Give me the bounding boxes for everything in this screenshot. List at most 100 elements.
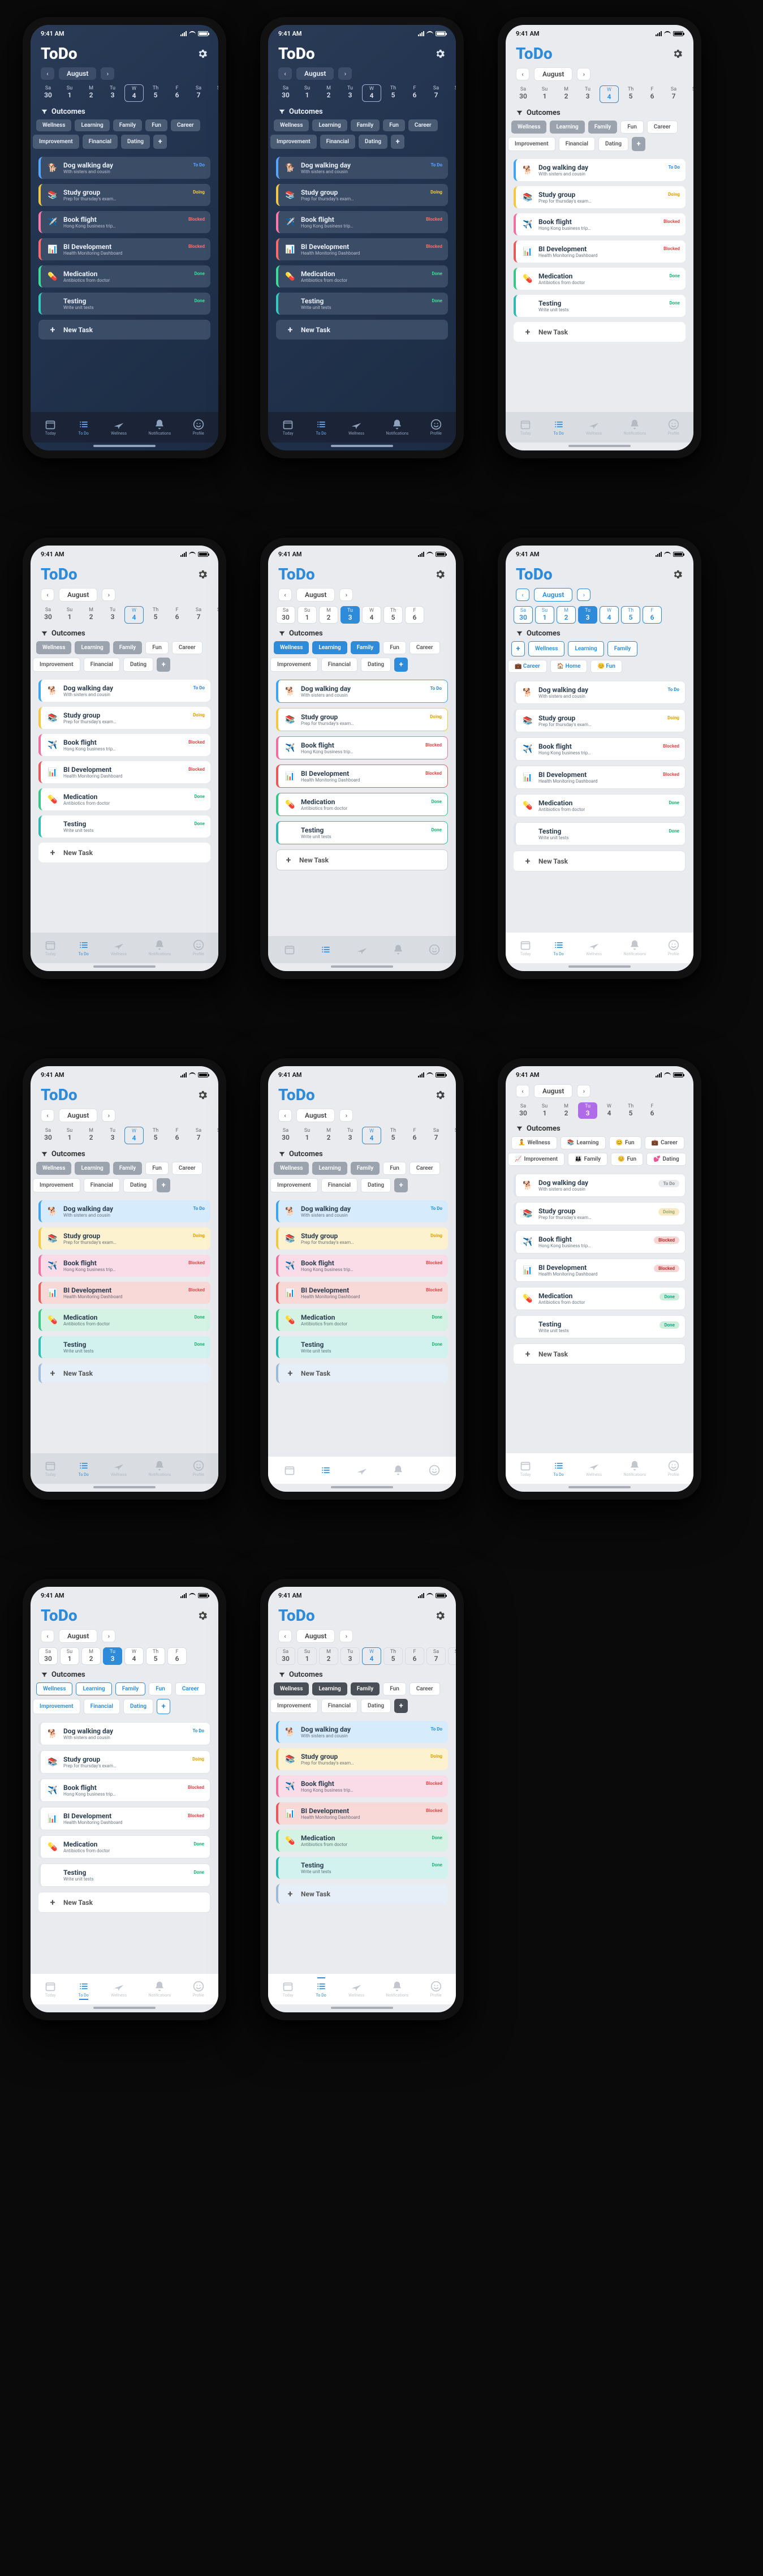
- task-card[interactable]: Testing Write unit tests Done: [514, 822, 686, 845]
- nav-wellness[interactable]: Wellness: [356, 1465, 368, 1476]
- task-card[interactable]: 💊 Medication Antibiotics from doctor Don…: [276, 265, 448, 287]
- task-card[interactable]: 💊 Medication Antibiotics from doctor Don…: [38, 1835, 210, 1858]
- task-card[interactable]: 🐕 Dog walking day With sisters and cousi…: [38, 1200, 210, 1222]
- day-cell[interactable]: M 2: [319, 1127, 338, 1144]
- nav-wellness[interactable]: Wellness: [111, 939, 127, 956]
- nav-todo[interactable]: To Do: [78, 1460, 89, 1477]
- task-card[interactable]: 📚 Study group Prep for thursday's exam… …: [38, 184, 210, 206]
- new-task-button[interactable]: + New Task: [38, 843, 210, 862]
- filter-icon[interactable]: [41, 1150, 48, 1158]
- day-cell[interactable]: Sa 7: [189, 1127, 208, 1144]
- outcome-pill[interactable]: Family: [351, 641, 380, 654]
- day-cell[interactable]: W 4: [362, 84, 381, 102]
- day-cell[interactable]: Su 1: [298, 1647, 317, 1665]
- outcome-pill[interactable]: Wellness: [36, 1162, 71, 1175]
- outcome-pill[interactable]: Fun: [383, 1162, 406, 1175]
- day-cell[interactable]: Tu 3: [578, 1102, 597, 1119]
- add-outcome-button[interactable]: +: [394, 658, 408, 672]
- task-card[interactable]: 📊 BI Development Health Monitoring Dashb…: [514, 1259, 686, 1282]
- nav-profile[interactable]: Profile: [193, 1460, 204, 1477]
- day-cell[interactable]: Su 1: [298, 606, 317, 624]
- day-cell[interactable]: Su 1: [535, 606, 554, 624]
- month-label[interactable]: August: [59, 1629, 97, 1643]
- day-cell[interactable]: Sa 30: [38, 84, 58, 102]
- outcome-pill[interactable]: Financial: [321, 1178, 357, 1192]
- nav-notifications[interactable]: Notifications: [149, 1981, 171, 1998]
- new-task-button[interactable]: + New Task: [276, 320, 448, 340]
- task-card[interactable]: Testing Write unit tests Done: [514, 1315, 686, 1338]
- day-cell[interactable]: Su 1: [535, 1102, 554, 1119]
- nav-today[interactable]: Today: [520, 419, 531, 436]
- day-cell[interactable]: Th 5: [621, 85, 640, 103]
- outcome-pill[interactable]: Family: [113, 119, 143, 131]
- task-card[interactable]: 📚 Study group Prep for thursday's exam… …: [276, 184, 448, 206]
- outcome-pill[interactable]: Dating: [359, 135, 387, 149]
- nav-todo[interactable]: To Do: [553, 939, 564, 956]
- day-cell[interactable]: F 6: [167, 606, 187, 624]
- day-cell[interactable]: Sa 7: [189, 606, 208, 624]
- next-month-button[interactable]: ›: [577, 589, 590, 601]
- outcome-pill[interactable]: 😊Fun: [609, 1136, 641, 1149]
- task-card[interactable]: 📚 Study group Prep for thursday's exam… …: [514, 186, 686, 208]
- day-cell[interactable]: Su 1: [60, 1127, 79, 1144]
- day-cell[interactable]: Sa 30: [514, 606, 533, 624]
- filter-icon[interactable]: [278, 108, 286, 115]
- task-card[interactable]: Testing Write unit tests Done: [38, 815, 210, 838]
- task-card[interactable]: 🐕 Dog walking day With sisters and cousi…: [38, 1722, 210, 1745]
- outcome-pill[interactable]: Improvement: [33, 658, 80, 672]
- filter-icon[interactable]: [278, 630, 286, 637]
- nav-todo[interactable]: To Do: [316, 1981, 327, 1998]
- month-label[interactable]: August: [59, 1109, 97, 1122]
- outcome-pill[interactable]: 🏠 Home: [550, 660, 588, 673]
- outcome-pill[interactable]: Learning: [312, 119, 347, 131]
- task-card[interactable]: ✈️ Book flight Hong Kong business trip… …: [38, 1779, 210, 1802]
- task-card[interactable]: 📊 BI Development Health Monitoring Dashb…: [514, 766, 686, 789]
- day-cell[interactable]: M 2: [319, 84, 338, 102]
- task-card[interactable]: Testing Write unit tests Done: [38, 1864, 210, 1887]
- outcome-pill[interactable]: Financial: [559, 137, 595, 151]
- add-outcome-button[interactable]: +: [153, 135, 167, 149]
- day-cell[interactable]: W 4: [600, 606, 619, 624]
- outcome-pill[interactable]: Family: [115, 1682, 146, 1695]
- outcome-pill[interactable]: Learning: [75, 641, 109, 654]
- day-cell[interactable]: Su 1: [535, 85, 554, 103]
- task-card[interactable]: 📊 BI Development Health Monitoring Dashb…: [38, 1807, 210, 1830]
- day-cell[interactable]: Tu 3: [578, 85, 597, 103]
- outcome-pill[interactable]: Financial: [84, 1178, 120, 1192]
- outcome-pill[interactable]: Family: [351, 119, 380, 131]
- prev-month-button[interactable]: ‹: [516, 589, 529, 601]
- day-cell[interactable]: Tu 3: [103, 84, 122, 102]
- task-card[interactable]: 🐕 Dog walking day With sisters and cousi…: [276, 1721, 448, 1743]
- task-card[interactable]: 📚 Study group Prep for thursday's exam… …: [38, 1227, 210, 1250]
- day-cell[interactable]: Th 5: [621, 606, 640, 624]
- next-month-button[interactable]: ›: [102, 1109, 115, 1122]
- day-cell[interactable]: Tu 3: [103, 1127, 122, 1144]
- outcome-pill[interactable]: Fun: [149, 1682, 172, 1695]
- day-cell[interactable]: Su 1: [298, 84, 317, 102]
- outcome-pill[interactable]: Career: [409, 641, 440, 654]
- nav-wellness[interactable]: Wellness: [111, 419, 127, 436]
- nav-todo[interactable]: To Do: [316, 419, 327, 436]
- day-cell[interactable]: Tu 3: [103, 1647, 122, 1665]
- nav-today[interactable]: Today: [284, 944, 295, 955]
- task-card[interactable]: 💊 Medication Antibiotics from doctor Don…: [276, 793, 448, 816]
- day-cell[interactable]: M 2: [557, 1102, 576, 1119]
- day-cell[interactable]: Th 5: [146, 1127, 165, 1144]
- nav-today[interactable]: Today: [284, 1465, 295, 1476]
- day-cell[interactable]: F 6: [405, 84, 424, 102]
- day-cell[interactable]: Th 5: [146, 606, 165, 624]
- month-label[interactable]: August: [534, 67, 572, 81]
- new-task-button[interactable]: + New Task: [38, 1363, 210, 1383]
- nav-profile[interactable]: Profile: [668, 419, 679, 436]
- nav-wellness[interactable]: Wellness: [586, 1460, 602, 1477]
- task-card[interactable]: 🐕 Dog walking day With sisters and cousi…: [514, 159, 686, 181]
- outcome-pill[interactable]: Wellness: [274, 641, 309, 654]
- nav-notifications[interactable]: Notifications: [149, 939, 171, 956]
- task-card[interactable]: 🐕 Dog walking day With sisters and cousi…: [276, 157, 448, 179]
- outcome-pill[interactable]: Fun: [145, 1162, 169, 1175]
- filter-icon[interactable]: [516, 109, 523, 117]
- task-card[interactable]: 📚 Study group Prep for thursday's exam… …: [276, 1748, 448, 1770]
- day-cell[interactable]: Sa 30: [276, 84, 295, 102]
- gear-icon[interactable]: [197, 1089, 208, 1101]
- day-cell[interactable]: Sa 30: [38, 1127, 58, 1144]
